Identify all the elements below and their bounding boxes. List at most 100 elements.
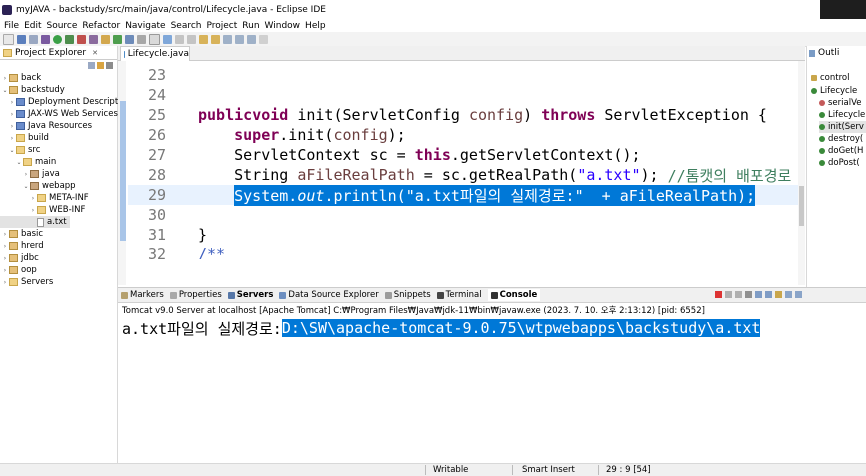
open-type-icon[interactable]: [125, 34, 134, 44]
expand-arrow-icon[interactable]: ›: [2, 267, 8, 274]
expand-arrow-icon[interactable]: ›: [23, 171, 29, 178]
forward-icon[interactable]: [247, 34, 256, 44]
code-line[interactable]: 27 ServletContext sc = this .getServletCo…: [128, 145, 805, 165]
outline-item[interactable]: doPost(: [819, 157, 866, 169]
tree-item-a-txt[interactable]: a.txt: [0, 216, 70, 228]
menu-run[interactable]: Run: [242, 21, 259, 31]
display-console-icon[interactable]: [785, 291, 792, 298]
tree-item-build[interactable]: › build: [0, 132, 49, 144]
tab-console[interactable]: Console: [487, 289, 541, 301]
next-annotation-icon[interactable]: [199, 34, 208, 44]
expand-arrow-icon[interactable]: ›: [9, 135, 15, 142]
view-menu-icon[interactable]: [106, 62, 113, 69]
expand-arrow-icon[interactable]: ›: [9, 99, 15, 106]
run-menu-icon[interactable]: [65, 34, 74, 44]
console-output-path[interactable]: D:\SW\apache-tomcat-9.0.75\wtpwebapps\ba…: [281, 319, 761, 337]
save-icon[interactable]: [17, 34, 26, 44]
tree-item-servers[interactable]: › Servers: [0, 276, 54, 288]
tab-properties[interactable]: Properties: [169, 290, 222, 300]
tab-snippets[interactable]: Snippets: [384, 290, 431, 300]
menu-project[interactable]: Project: [206, 21, 237, 31]
tree-item-java-resources[interactable]: › Java Resources: [0, 120, 92, 132]
expand-arrow-icon[interactable]: ›: [9, 111, 15, 118]
outline-item[interactable]: destroy(: [819, 133, 866, 145]
expand-arrow-icon[interactable]: ›: [2, 75, 8, 82]
debug-icon[interactable]: [41, 34, 50, 44]
whitespace-icon[interactable]: [175, 34, 184, 44]
link-editor-icon[interactable]: [97, 62, 104, 69]
save-all-icon[interactable]: [29, 34, 38, 44]
tree-item-web-inf[interactable]: › WEB-INF: [0, 204, 86, 216]
collapse-arrow-icon[interactable]: ⌄: [16, 159, 22, 166]
expand-arrow-icon[interactable]: ›: [9, 123, 15, 130]
code-line[interactable]: 25 public void init(ServletConfig config)…: [128, 105, 805, 125]
collapse-arrow-icon[interactable]: ⌄: [9, 147, 15, 154]
menu-search[interactable]: Search: [171, 21, 202, 31]
tab-servers[interactable]: Servers: [227, 290, 273, 300]
expand-arrow-icon[interactable]: ›: [30, 195, 36, 202]
tree-item-oop[interactable]: › oop: [0, 264, 37, 276]
outline-item[interactable]: Lifecycle: [819, 109, 866, 121]
outline-item[interactable]: doGet(H: [819, 145, 866, 157]
selected-code[interactable]: System.out.println("a.txt파일의 실제경로:" + aF…: [234, 184, 756, 206]
collapse-arrow-icon[interactable]: ⌄: [2, 87, 8, 94]
tab-data-source-explorer[interactable]: Data Source Explorer: [279, 290, 379, 300]
tree-item-hrerd[interactable]: › hrerd: [0, 240, 44, 252]
menu-navigate[interactable]: Navigate: [125, 21, 165, 31]
tree-item-jaxws[interactable]: › JAX-WS Web Services: [0, 108, 118, 120]
status-cursor-position[interactable]: 29 : 9 [54]: [606, 465, 651, 475]
pin-editor-icon[interactable]: [259, 34, 268, 44]
new-java-project-icon[interactable]: [89, 34, 98, 44]
toggle-mark-icon[interactable]: [149, 33, 160, 45]
remove-all-icon[interactable]: [735, 291, 742, 298]
editor-body[interactable]: 23 24 25 public void init(ServletConfig c…: [118, 61, 805, 285]
code-line[interactable]: 24: [128, 85, 805, 105]
tab-lifecycle-java[interactable]: Lifecycle.java: [120, 46, 190, 61]
menu-help[interactable]: Help: [305, 21, 326, 31]
status-insert-mode[interactable]: Smart Insert: [522, 465, 575, 475]
outline-item[interactable]: Lifecycle: [811, 85, 866, 97]
expand-arrow-icon[interactable]: ›: [30, 207, 36, 214]
menu-refactor[interactable]: Refactor: [82, 21, 120, 31]
tab-project-explorer[interactable]: Project Explorer ✕: [0, 46, 98, 59]
expand-arrow-icon[interactable]: ›: [2, 255, 8, 262]
open-console-icon[interactable]: [795, 291, 802, 298]
code-line-current[interactable]: 29 System.out.println("a.txt파일의 실제경로:" +…: [128, 184, 805, 206]
tree-item-back[interactable]: › back: [0, 72, 41, 84]
word-wrap-icon[interactable]: [187, 34, 196, 44]
expand-arrow-icon[interactable]: ›: [2, 243, 8, 250]
tree-item-webapp[interactable]: ⌄ webapp: [0, 180, 75, 192]
outline-item[interactable]: serialVe: [819, 97, 866, 109]
new-icon[interactable]: [3, 33, 14, 45]
collapse-arrow-icon[interactable]: ⌄: [23, 183, 29, 190]
run-icon[interactable]: [53, 34, 62, 44]
collapse-all-icon[interactable]: [88, 62, 95, 69]
new-class-icon[interactable]: [113, 34, 122, 44]
code-line[interactable]: 23: [128, 65, 805, 85]
tree-item-main[interactable]: ⌄ main: [0, 156, 56, 168]
code-line[interactable]: 26 super .init(config);: [128, 125, 805, 145]
scroll-lock-icon[interactable]: [755, 291, 762, 298]
outline-item-selected[interactable]: init(Serv: [819, 121, 866, 133]
external-tools-icon[interactable]: [77, 34, 86, 44]
tab-terminal[interactable]: Terminal: [436, 290, 482, 300]
code-line[interactable]: 32 /**: [128, 245, 805, 259]
outline-item[interactable]: control: [811, 72, 866, 84]
console-output-line[interactable]: a.txt파일의 실제경로: D:\SW\apache-tomcat-9.0.75…: [122, 318, 761, 338]
prev-annotation-icon[interactable]: [211, 34, 220, 44]
tree-item-basic[interactable]: › basic: [0, 228, 43, 240]
terminate-icon[interactable]: [715, 291, 722, 298]
editor-scroll-thumb[interactable]: [799, 186, 804, 226]
menu-edit[interactable]: Edit: [24, 21, 41, 31]
menu-window[interactable]: Window: [265, 21, 301, 31]
menu-file[interactable]: File: [4, 21, 19, 31]
word-wrap-icon[interactable]: [765, 291, 772, 298]
tree-item-backstudy[interactable]: ⌄ backstudy: [0, 84, 64, 96]
tree-item-meta-inf[interactable]: › META-INF: [0, 192, 89, 204]
tree-item-jdbc[interactable]: › jdbc: [0, 252, 39, 264]
pin-console-icon[interactable]: [775, 291, 782, 298]
editor-vertical-scrollbar[interactable]: [798, 61, 805, 285]
tree-item-java[interactable]: › java: [0, 168, 60, 180]
menu-source[interactable]: Source: [47, 21, 78, 31]
block-selection-icon[interactable]: [163, 34, 172, 44]
